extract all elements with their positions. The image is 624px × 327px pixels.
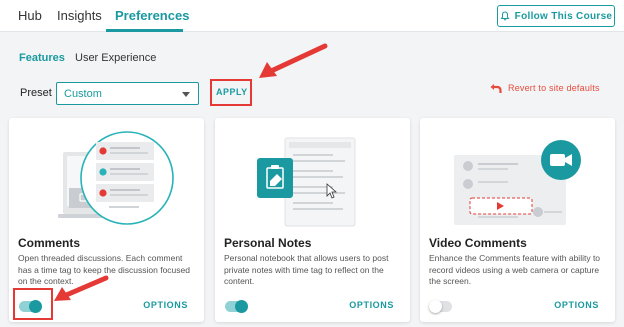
follow-course-button[interactable]: Follow This Course: [497, 5, 615, 27]
toggle-knob: [235, 300, 248, 313]
top-nav-bar: Hub Insights Preferences Follow This Cou…: [0, 0, 624, 32]
revert-to-defaults-link[interactable]: Revert to site defaults: [489, 81, 600, 95]
comments-options-button[interactable]: OPTIONS: [143, 300, 188, 310]
subtab-user-experience[interactable]: User Experience: [75, 52, 156, 64]
tab-preferences[interactable]: Preferences: [115, 8, 189, 23]
feature-card-comments: Comments Open threaded discussions. Each…: [9, 118, 204, 322]
feature-card-video-comments: Video Comments Enhance the Comments feat…: [420, 118, 615, 322]
personal-notes-options-button[interactable]: OPTIONS: [349, 300, 394, 310]
feature-card-personal-notes: Personal Notes Personal notebook that al…: [215, 118, 410, 322]
preset-selected-value: Custom: [64, 88, 102, 100]
personal-notes-illustration: [257, 137, 356, 227]
bell-icon: [500, 11, 510, 21]
active-tab-indicator: [106, 29, 183, 32]
subtab-features[interactable]: Features: [19, 52, 65, 64]
tab-hub[interactable]: Hub: [18, 8, 42, 23]
comments-toggle[interactable]: [19, 300, 42, 313]
toggle-knob: [429, 300, 442, 313]
video-comments-options-button[interactable]: OPTIONS: [554, 300, 599, 310]
card-title: Video Comments: [429, 236, 527, 250]
annotation-arrow-icon: [259, 43, 328, 78]
card-title: Personal Notes: [224, 236, 312, 250]
video-comments-illustration: [454, 140, 581, 225]
card-description: Enhance the Comments feature with abilit…: [429, 253, 601, 286]
video-comments-toggle[interactable]: [429, 300, 452, 313]
card-title: Comments: [18, 236, 81, 250]
card-description: Open threaded discussions. Each comment …: [18, 253, 190, 286]
tab-insights[interactable]: Insights: [57, 8, 102, 23]
undo-arrow-icon: [490, 84, 502, 93]
personal-notes-toggle[interactable]: [225, 300, 248, 313]
revert-label: Revert to site defaults: [508, 83, 600, 93]
follow-course-label: Follow This Course: [514, 10, 613, 22]
comments-illustration: [58, 131, 174, 225]
preset-select[interactable]: Custom: [56, 82, 199, 105]
caret-down-icon: [182, 92, 190, 97]
preset-label: Preset: [20, 87, 52, 99]
card-description: Personal notebook that allows users to p…: [224, 253, 389, 286]
toggle-knob: [29, 300, 42, 313]
apply-button[interactable]: APPLY: [216, 87, 248, 97]
